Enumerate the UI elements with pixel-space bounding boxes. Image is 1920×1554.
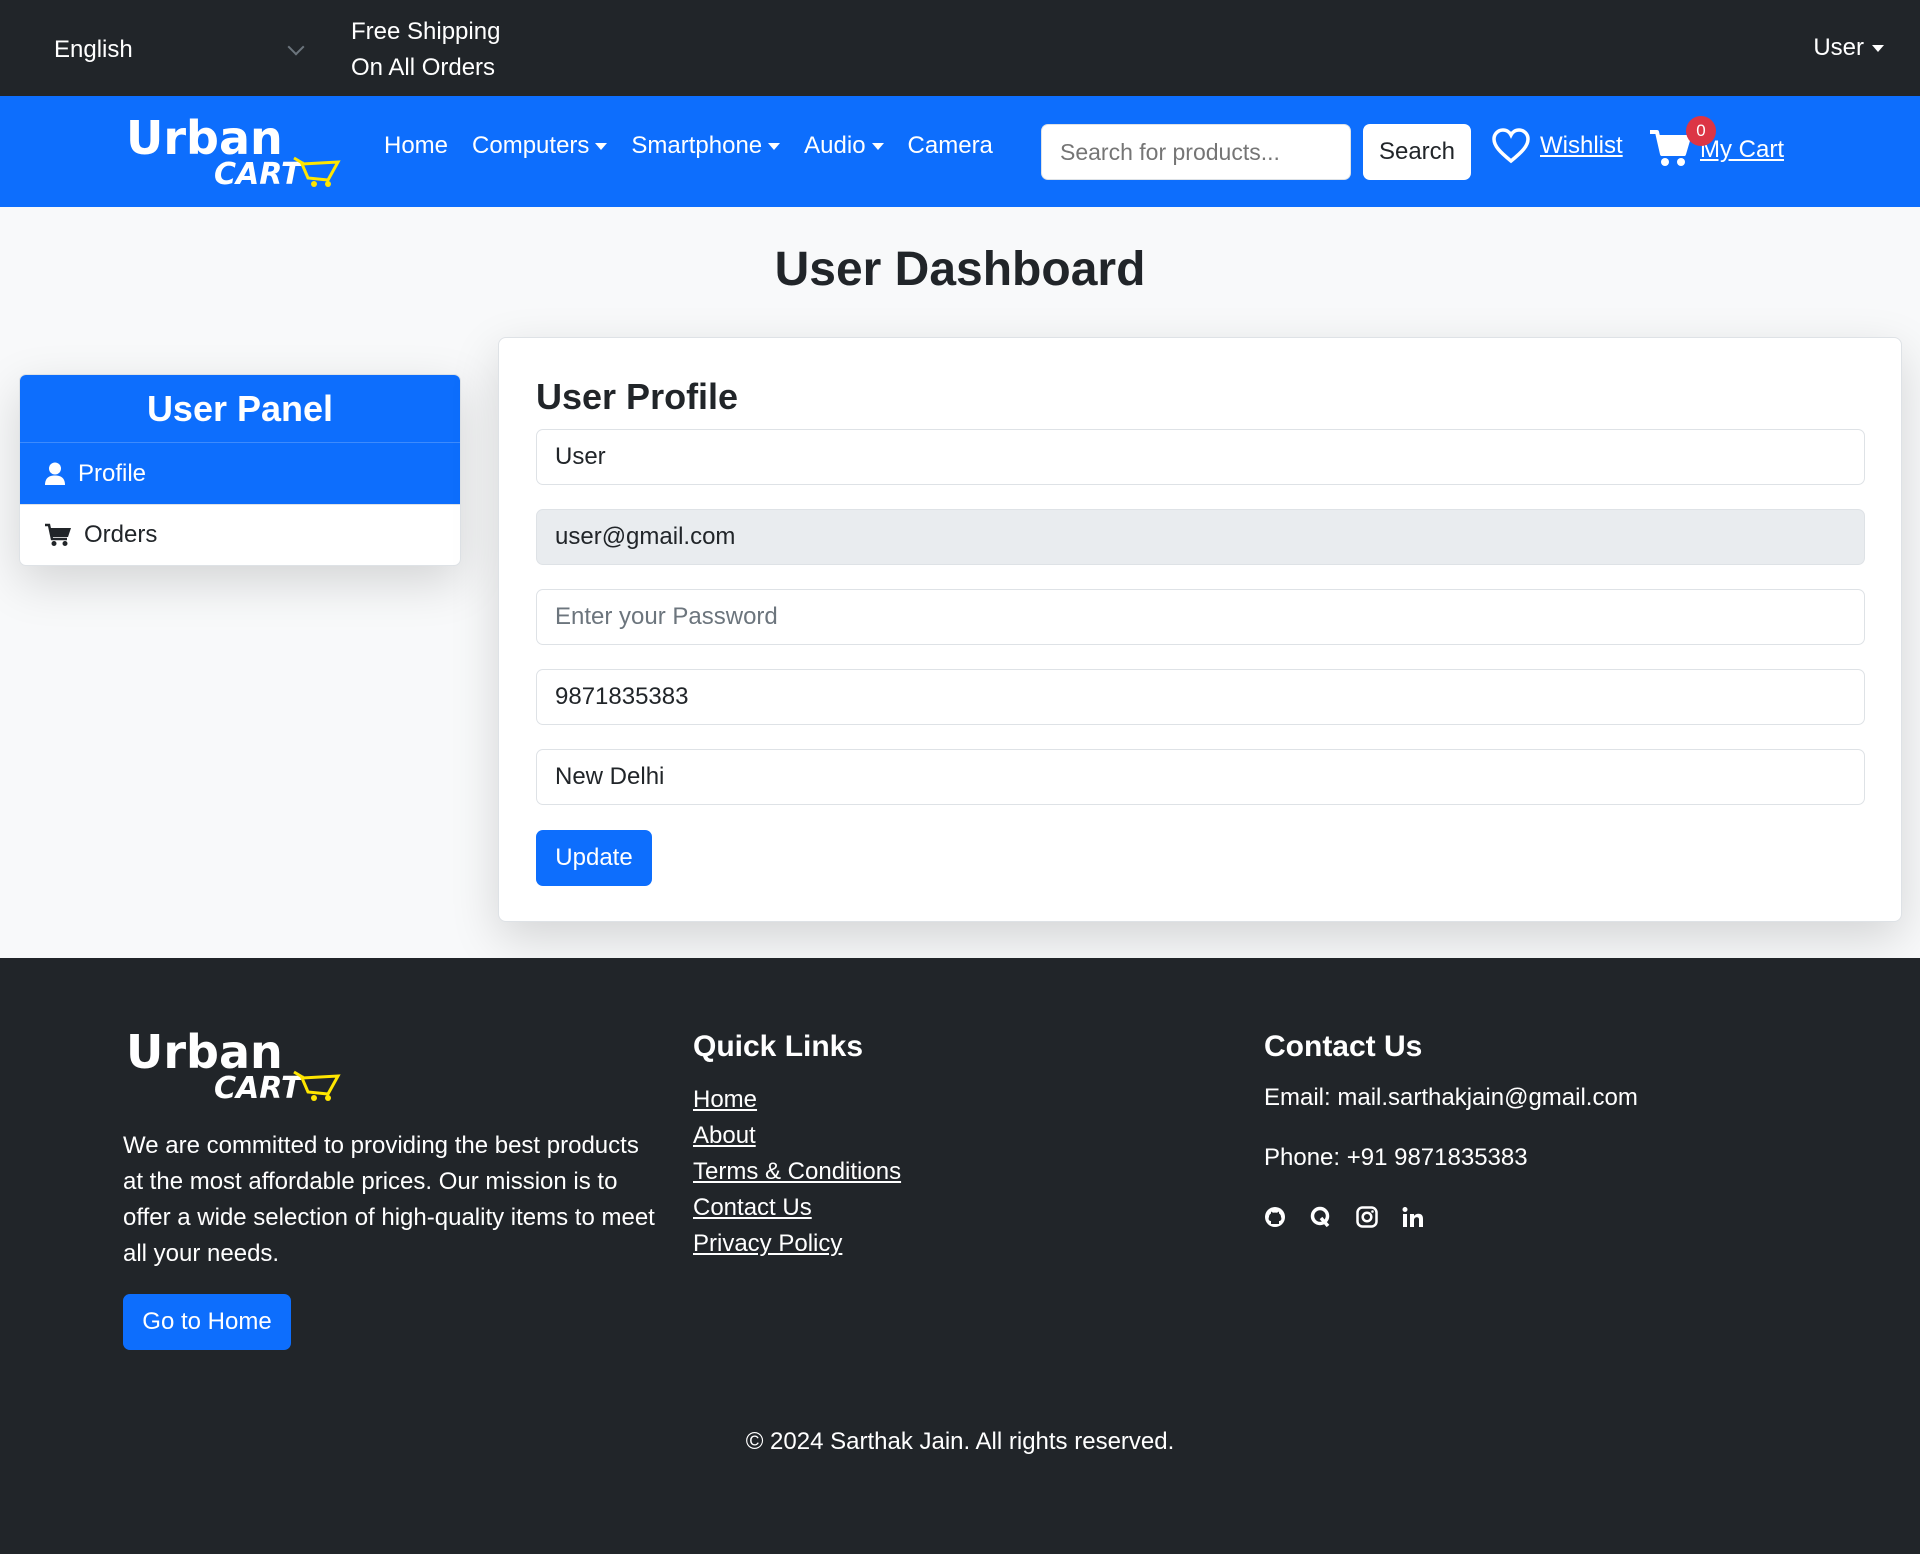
copyright-text: © 2024 Sarthak Jain. All rights reserved… bbox=[745, 1428, 1175, 1455]
nav-computers-dropdown[interactable]: Computers bbox=[472, 132, 608, 160]
chevron-down-icon bbox=[287, 38, 305, 56]
nav-audio-dropdown[interactable]: Audio bbox=[804, 132, 884, 160]
promo-line-1: Free Shipping bbox=[351, 18, 501, 45]
social-links bbox=[1262, 1204, 1426, 1230]
user-panel: User Panel Profile Orders bbox=[19, 374, 461, 566]
update-button[interactable]: Update bbox=[536, 830, 652, 886]
address-field[interactable] bbox=[536, 749, 1865, 805]
promo-line-2: On All Orders bbox=[351, 54, 496, 81]
language-select[interactable]: English bbox=[40, 30, 310, 70]
password-field[interactable] bbox=[536, 589, 1865, 645]
svg-text:CART: CART bbox=[214, 1071, 304, 1102]
nav-home[interactable]: Home bbox=[384, 132, 448, 160]
user-panel-title: User Panel bbox=[20, 375, 460, 443]
sidebar-item-label: Orders bbox=[84, 521, 158, 548]
contact-email: Email: mail.sarthakjain@gmail.com bbox=[1264, 1084, 1638, 1111]
user-menu-label: User bbox=[1813, 34, 1864, 61]
wishlist-link[interactable]: Wishlist bbox=[1492, 128, 1623, 164]
cart-icon-wrap: 0 bbox=[1648, 116, 1716, 172]
nav-home-label: Home bbox=[384, 132, 449, 159]
nav-smartphone-dropdown[interactable]: Smartphone bbox=[631, 132, 781, 160]
sidebar-item-orders[interactable]: Orders bbox=[20, 504, 460, 565]
nav-links: Home Computers Smartphone Audio Camera bbox=[384, 132, 993, 160]
footer-link-contact[interactable]: Contact Us bbox=[693, 1190, 901, 1226]
quick-links-list: Home About Terms & Conditions Contact Us… bbox=[693, 1082, 901, 1262]
main-navbar: Urban CART Home Computers Smartphone Aud… bbox=[0, 96, 1920, 207]
user-icon bbox=[45, 462, 65, 485]
go-to-home-button[interactable]: Go to Home bbox=[123, 1294, 291, 1350]
search-button[interactable]: Search bbox=[1363, 124, 1471, 180]
quora-icon[interactable] bbox=[1308, 1204, 1334, 1230]
search-input[interactable] bbox=[1041, 124, 1351, 180]
footer: Urban CART We are committed to providing… bbox=[0, 958, 1920, 1554]
phone-field[interactable] bbox=[536, 669, 1865, 725]
linkedin-icon[interactable] bbox=[1400, 1204, 1426, 1230]
footer-link-terms[interactable]: Terms & Conditions bbox=[693, 1154, 901, 1190]
footer-about-text: We are committed to providing the best p… bbox=[123, 1132, 655, 1267]
footer-link-home[interactable]: Home bbox=[693, 1082, 901, 1118]
cart-link[interactable]: 0 My Cart bbox=[1648, 116, 1784, 172]
contact-title: Contact Us bbox=[1264, 1030, 1423, 1063]
shopping-cart-icon bbox=[45, 523, 71, 546]
caret-down-icon bbox=[595, 142, 608, 150]
email-field bbox=[536, 509, 1865, 565]
heart-icon bbox=[1492, 128, 1530, 164]
nav-audio-label: Audio bbox=[804, 132, 866, 159]
shipping-promo: Free Shipping On All Orders bbox=[351, 14, 500, 86]
caret-down-icon bbox=[1872, 44, 1884, 52]
contact-phone: Phone: +91 9871835383 bbox=[1264, 1144, 1528, 1171]
quick-links-title: Quick Links bbox=[693, 1030, 864, 1063]
footer-link-privacy[interactable]: Privacy Policy bbox=[693, 1226, 901, 1262]
cart-count-badge: 0 bbox=[1686, 116, 1716, 146]
nav-camera[interactable]: Camera bbox=[908, 132, 993, 160]
caret-down-icon bbox=[768, 142, 781, 150]
github-icon[interactable] bbox=[1262, 1204, 1288, 1230]
nav-computers-label: Computers bbox=[472, 132, 590, 159]
caret-down-icon bbox=[871, 142, 884, 150]
page-title: User Dashboard bbox=[774, 243, 1146, 296]
footer-link-about[interactable]: About bbox=[693, 1118, 901, 1154]
user-profile-card: User Profile Update bbox=[498, 337, 1902, 922]
urban-cart-logo: Urban CART bbox=[126, 1030, 341, 1102]
svg-text:CART: CART bbox=[214, 157, 304, 188]
sidebar-item-label: Profile bbox=[78, 459, 147, 487]
language-select-value: English bbox=[54, 36, 133, 63]
profile-title: User Profile bbox=[536, 376, 739, 417]
nav-smartphone-label: Smartphone bbox=[631, 132, 763, 159]
wishlist-label: Wishlist bbox=[1540, 132, 1623, 159]
urban-cart-logo[interactable]: Urban CART bbox=[124, 116, 348, 188]
search-form: Search bbox=[1041, 124, 1471, 180]
top-bar: English Free Shipping On All Orders User bbox=[0, 0, 1920, 96]
nav-camera-label: Camera bbox=[907, 132, 993, 159]
name-field[interactable] bbox=[536, 429, 1865, 485]
sidebar-item-profile[interactable]: Profile bbox=[20, 443, 460, 504]
user-menu-dropdown[interactable]: User bbox=[1813, 34, 1884, 62]
instagram-icon[interactable] bbox=[1354, 1204, 1380, 1230]
